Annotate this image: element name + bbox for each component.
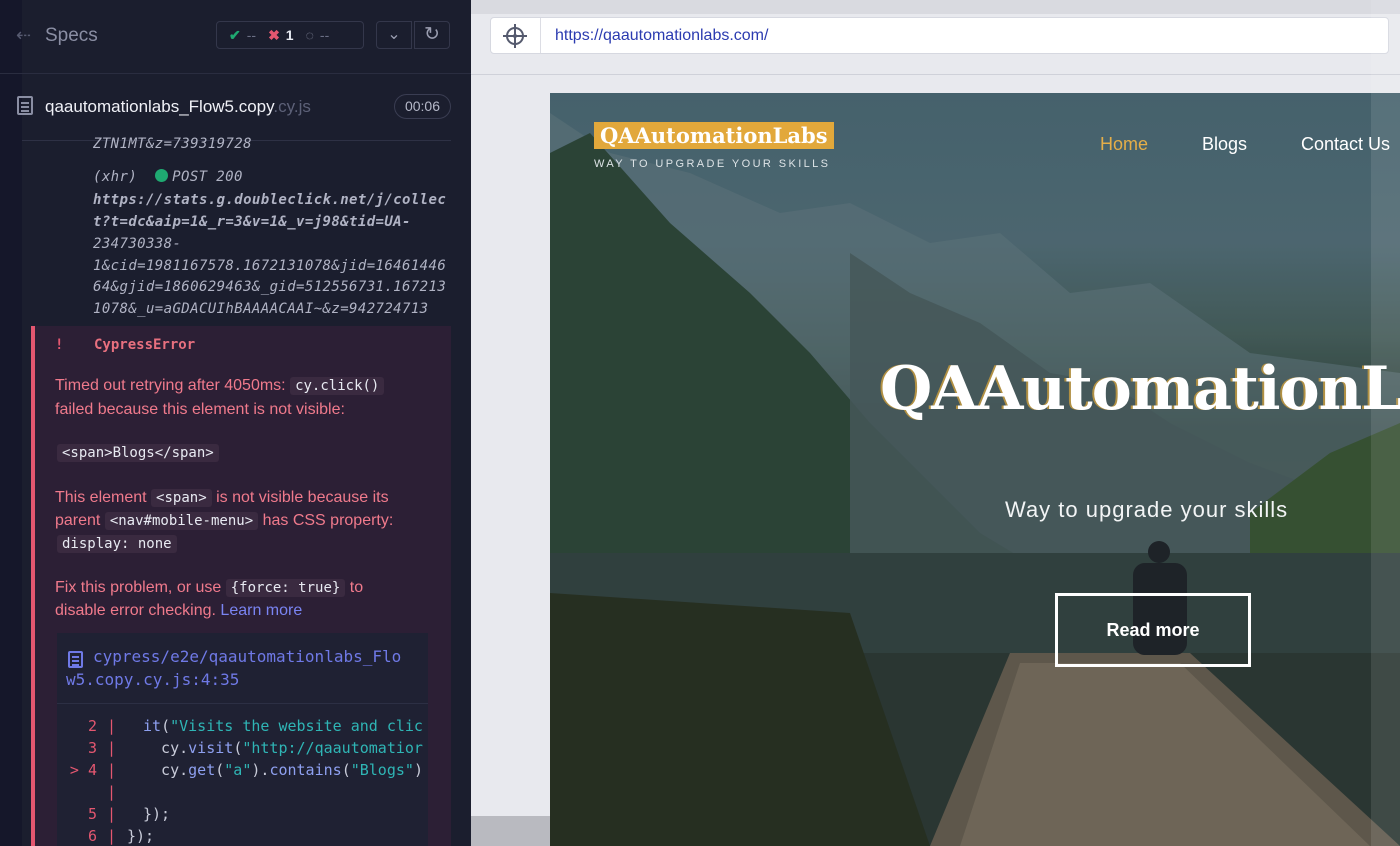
- error-message-line: failed because this element is not visib…: [55, 401, 345, 418]
- pending-count: --: [319, 27, 330, 43]
- nav-home[interactable]: Home: [1100, 134, 1148, 155]
- spec-row[interactable]: qaautomationlabs_Flow5.copy.cy.js 00:06: [0, 90, 471, 128]
- document-icon: [17, 96, 33, 115]
- error-element-code: <span>Blogs</span>: [57, 444, 219, 462]
- code-line: 6 | });: [87, 827, 155, 845]
- log-prev-tail: ZTN1MT&z=739319728: [93, 136, 252, 152]
- code-line: 5 | });: [87, 805, 171, 823]
- inline-code: cy.click(): [290, 377, 385, 395]
- check-icon: ✔: [229, 26, 241, 43]
- code-frame: cypress/e2e/qaautomationlabs_Flo w5.copy…: [57, 633, 428, 846]
- code-frame-path[interactable]: w5.copy.cy.js:4:35: [66, 670, 239, 689]
- passed-count: --: [246, 27, 257, 43]
- error-name: CypressError: [94, 337, 196, 353]
- app-under-test-area: https://qaautomationlabs.com/ QAAutomati…: [471, 0, 1400, 846]
- viewport-edge-overlay: [1371, 0, 1400, 846]
- nav-blogs[interactable]: Blogs: [1202, 134, 1247, 155]
- collapse-specs-icon[interactable]: ⇠: [16, 25, 36, 45]
- code-line: 2 | it("Visits the website and clic: [87, 717, 423, 735]
- rerun-tests-button[interactable]: ↻: [414, 21, 450, 49]
- status-dot-icon: [155, 169, 169, 182]
- hero-title: QAAutomationLabs QAAutomationLabs: [878, 354, 1400, 424]
- url-bar[interactable]: https://qaautomationlabs.com/: [490, 17, 1389, 54]
- inline-code: <span>: [151, 489, 212, 507]
- crosshair-icon: [506, 27, 524, 45]
- specs-header: ⇠ Specs ✔ -- ✖ 1 ◌ -- ⌄ ↻: [0, 0, 471, 74]
- spec-duration: 00:06: [394, 94, 451, 119]
- inline-code: display: none: [57, 535, 177, 553]
- code-line-highlighted: > 4 | cy.get("a").contains("Blogs"): [69, 761, 423, 779]
- document-icon: [68, 651, 83, 668]
- error-message-line: Fix this problem, or use {force: true} t…: [55, 579, 364, 597]
- aut-bottom-gutter: [471, 816, 550, 846]
- specs-title[interactable]: Specs: [45, 25, 98, 47]
- hero-subtitle: Way to upgrade your skills: [1005, 497, 1289, 522]
- code-frame-path[interactable]: cypress/e2e/qaautomationlabs_Flo: [93, 647, 401, 666]
- xhr-url-line: https://stats.g.doubleclick.net/j/collec: [93, 192, 447, 208]
- xhr-url-line: 1078&_u=aGDACUIhBAAAACAAI~&z=942724713: [93, 301, 429, 317]
- test-stats: ✔ -- ✖ 1 ◌ --: [216, 21, 364, 49]
- site-tagline: WAY TO UPGRADE YOUR SKILLS: [594, 158, 831, 170]
- pending-icon: ◌: [305, 27, 314, 43]
- chevron-down-icon: ⌄: [387, 26, 401, 43]
- inline-code: {force: true}: [225, 579, 346, 597]
- xhr-url-line: 1&cid=1981167578.1672131078&jid=16461446: [93, 258, 447, 274]
- code-line: 3 | cy.visit("http://qaautomatior: [87, 739, 423, 757]
- spec-extension: .cy.js: [273, 97, 311, 116]
- code-line: |: [107, 783, 117, 801]
- cypress-command-panel: ⇠ Specs ✔ -- ✖ 1 ◌ -- ⌄ ↻ qaautomationla…: [0, 0, 471, 846]
- url-text[interactable]: https://qaautomationlabs.com/: [555, 27, 768, 45]
- xhr-label: (xhr): [93, 169, 138, 185]
- spec-name: qaautomationlabs_Flow5.copy.cy.js: [45, 97, 311, 116]
- xhr-log-entry[interactable]: (xhr) POST 200: [93, 169, 243, 185]
- pending-stat: ◌ --: [306, 27, 330, 43]
- reload-icon: ↻: [424, 24, 440, 45]
- failed-count: 1: [285, 27, 294, 43]
- selector-playground-button[interactable]: [491, 18, 541, 53]
- learn-more-link[interactable]: Learn more: [220, 602, 302, 619]
- error-bang-icon: !: [55, 337, 64, 353]
- xhr-status: POST 200: [172, 169, 243, 185]
- error-message-line: parent <nav#mobile-menu> has CSS propert…: [55, 512, 394, 530]
- xhr-url-line: 64&gjid=1860629463&_gid=512556731.167213: [93, 279, 447, 295]
- xhr-url-line: t?t=dc&aip=1&_r=3&v=1&_v=j98&tid=UA-: [93, 214, 411, 230]
- site-logo[interactable]: QAAutomationLabs: [594, 122, 834, 149]
- passed-stat: ✔ --: [229, 27, 256, 44]
- failed-stat: ✖ 1: [268, 27, 294, 44]
- error-message-line: disable error checking. Learn more: [55, 602, 303, 619]
- website-hero: QAAutomationLabs WAY TO UPGRADE YOUR SKI…: [550, 93, 1400, 846]
- browser-top-strip: [471, 0, 1400, 14]
- x-icon: ✖: [268, 26, 280, 43]
- inline-code: <nav#mobile-menu>: [104, 512, 259, 530]
- error-message-line: Timed out retrying after 4050ms: cy.clic…: [55, 377, 385, 395]
- toggle-auto-scroll-button[interactable]: ⌄: [376, 21, 412, 49]
- xhr-url-line: 234730338-: [93, 236, 182, 252]
- error-message-line: This element <span> is not visible becau…: [55, 489, 389, 507]
- read-more-button[interactable]: Read more: [1055, 593, 1251, 667]
- code-frame-divider: [57, 703, 428, 704]
- error-message-line: display: none: [57, 535, 177, 553]
